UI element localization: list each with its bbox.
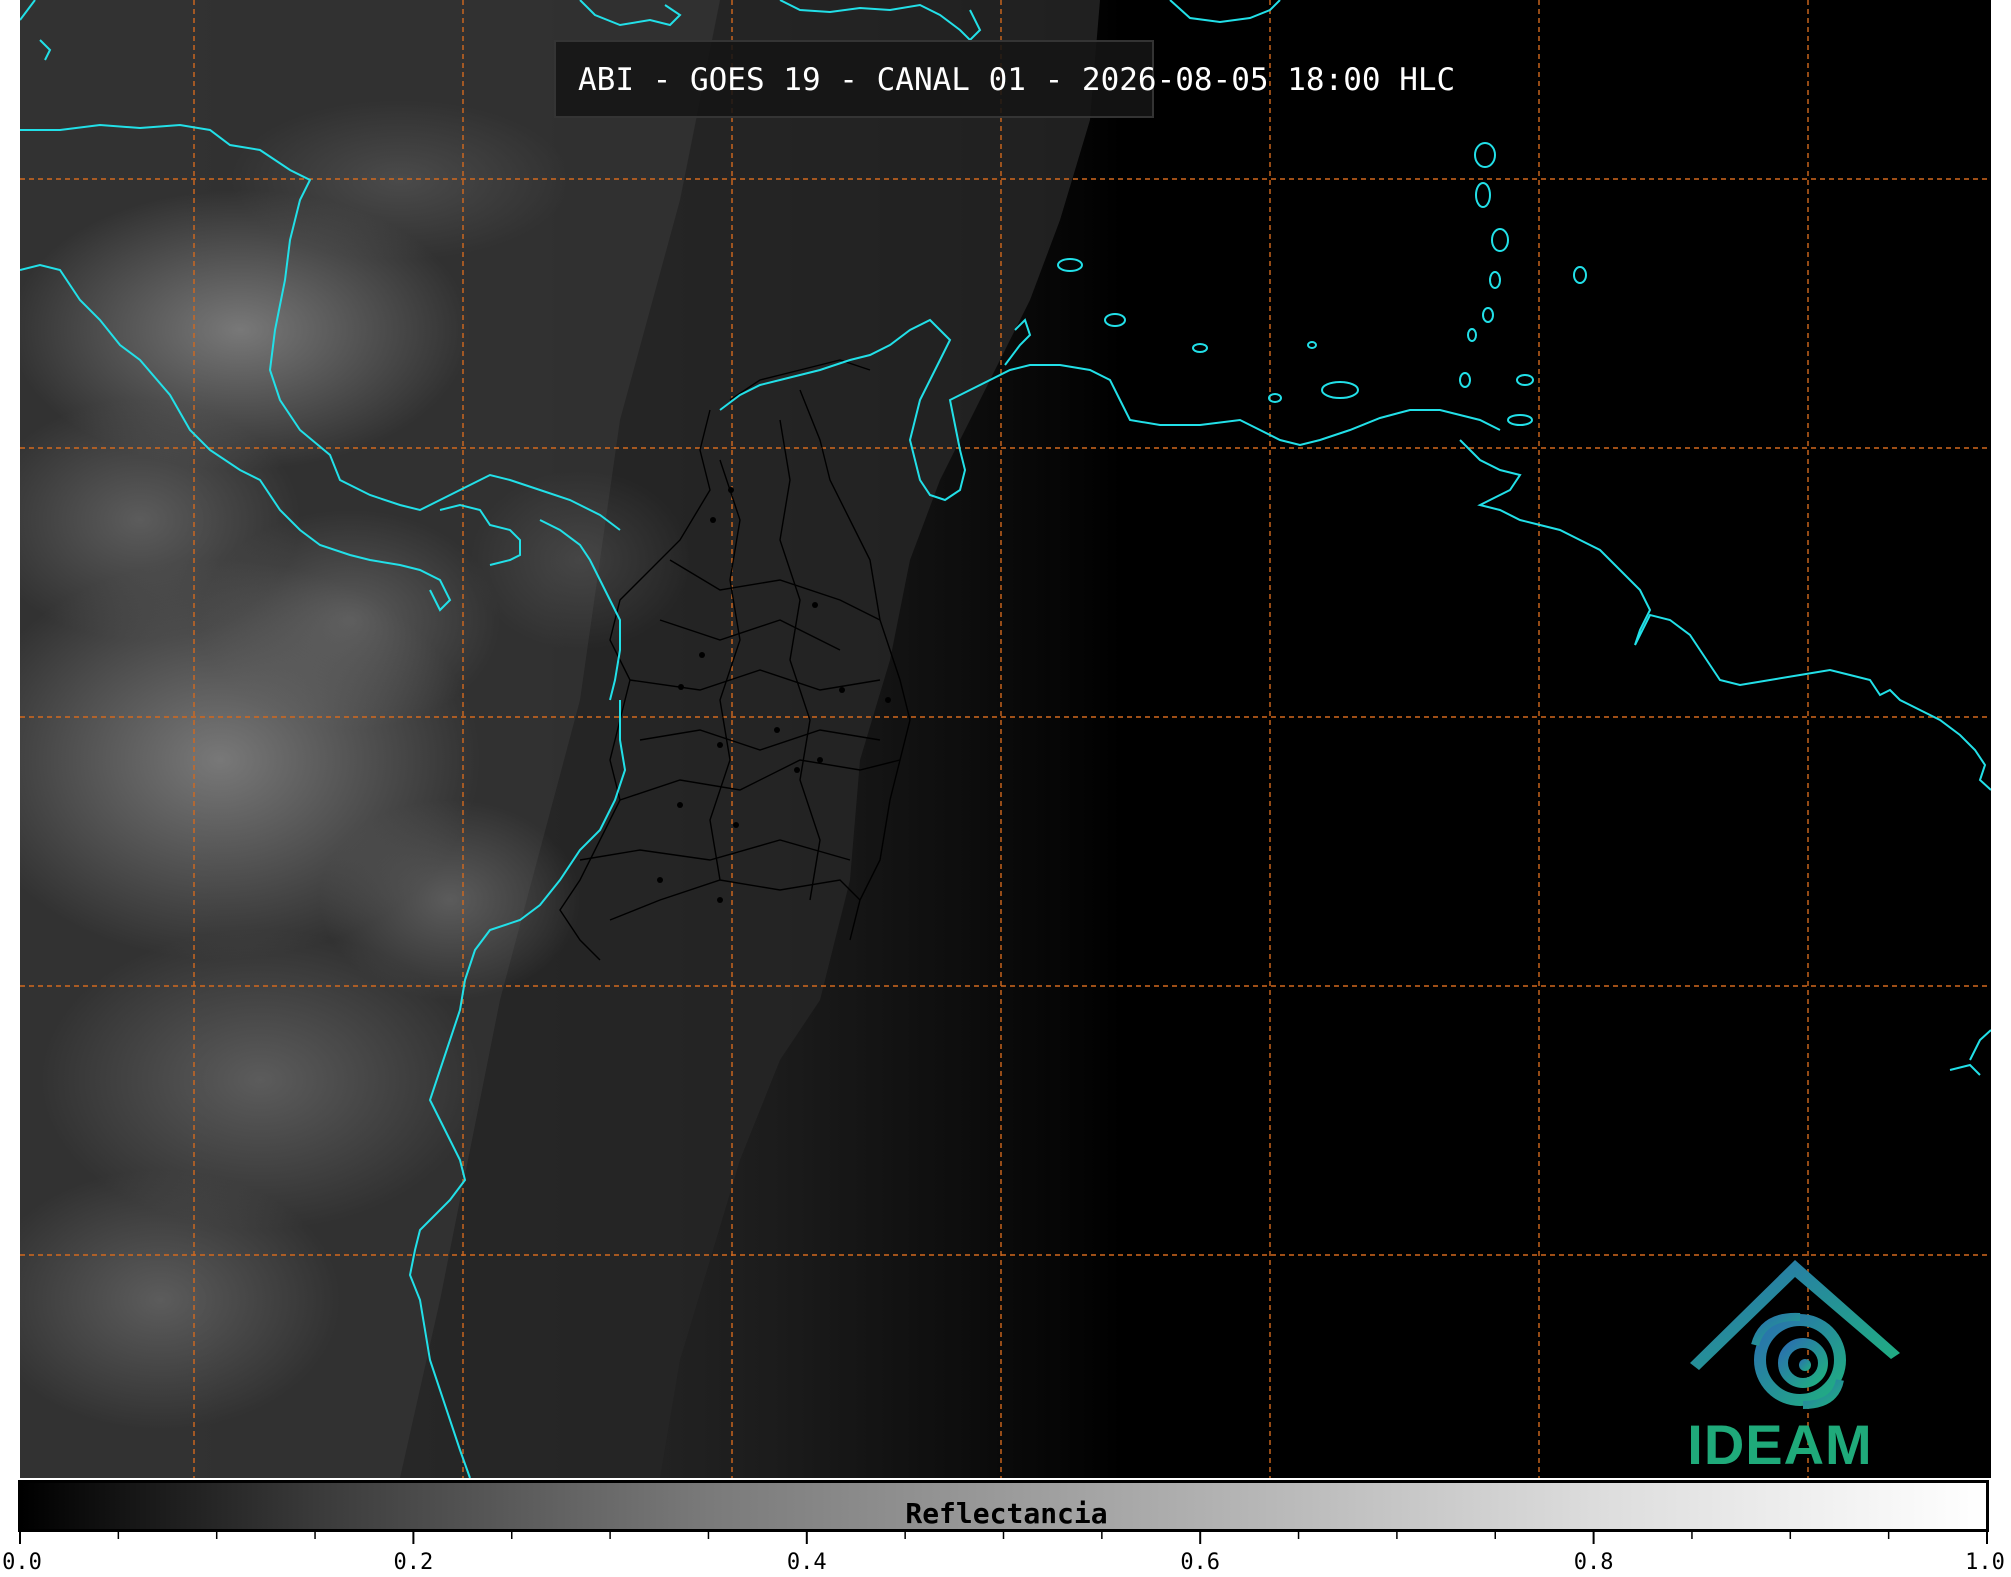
satellite-image-viewer: ABI - GOES 19 - CANAL 01 - 2026-08-05 18… <box>0 0 2011 1577</box>
colorbar-container: Reflectancia <box>18 1478 1993 1538</box>
colorbar-label: Reflectancia <box>905 1497 1108 1530</box>
colorbar-tick-label: 0.4 <box>786 1550 827 1575</box>
colorbar-tick-label: 0.8 <box>1573 1550 1614 1575</box>
logo-wordmark: IDEAM <box>1687 1413 1873 1476</box>
colorbar: Reflectancia <box>18 1480 1989 1532</box>
image-title: ABI - GOES 19 - CANAL 01 - 2026-08-05 18… <box>554 40 1455 118</box>
colorbar-ticks <box>19 1530 1988 1544</box>
colorbar-tick-label: 1.0 <box>1965 1550 2005 1575</box>
colorbar-tick-label: 0.6 <box>1180 1550 1221 1575</box>
colorbar-tick-label: 0.0 <box>2 1550 42 1575</box>
colorbar-tick-label: 0.2 <box>393 1550 434 1575</box>
satellite-map: ABI - GOES 19 - CANAL 01 - 2026-08-05 18… <box>20 0 1991 1478</box>
